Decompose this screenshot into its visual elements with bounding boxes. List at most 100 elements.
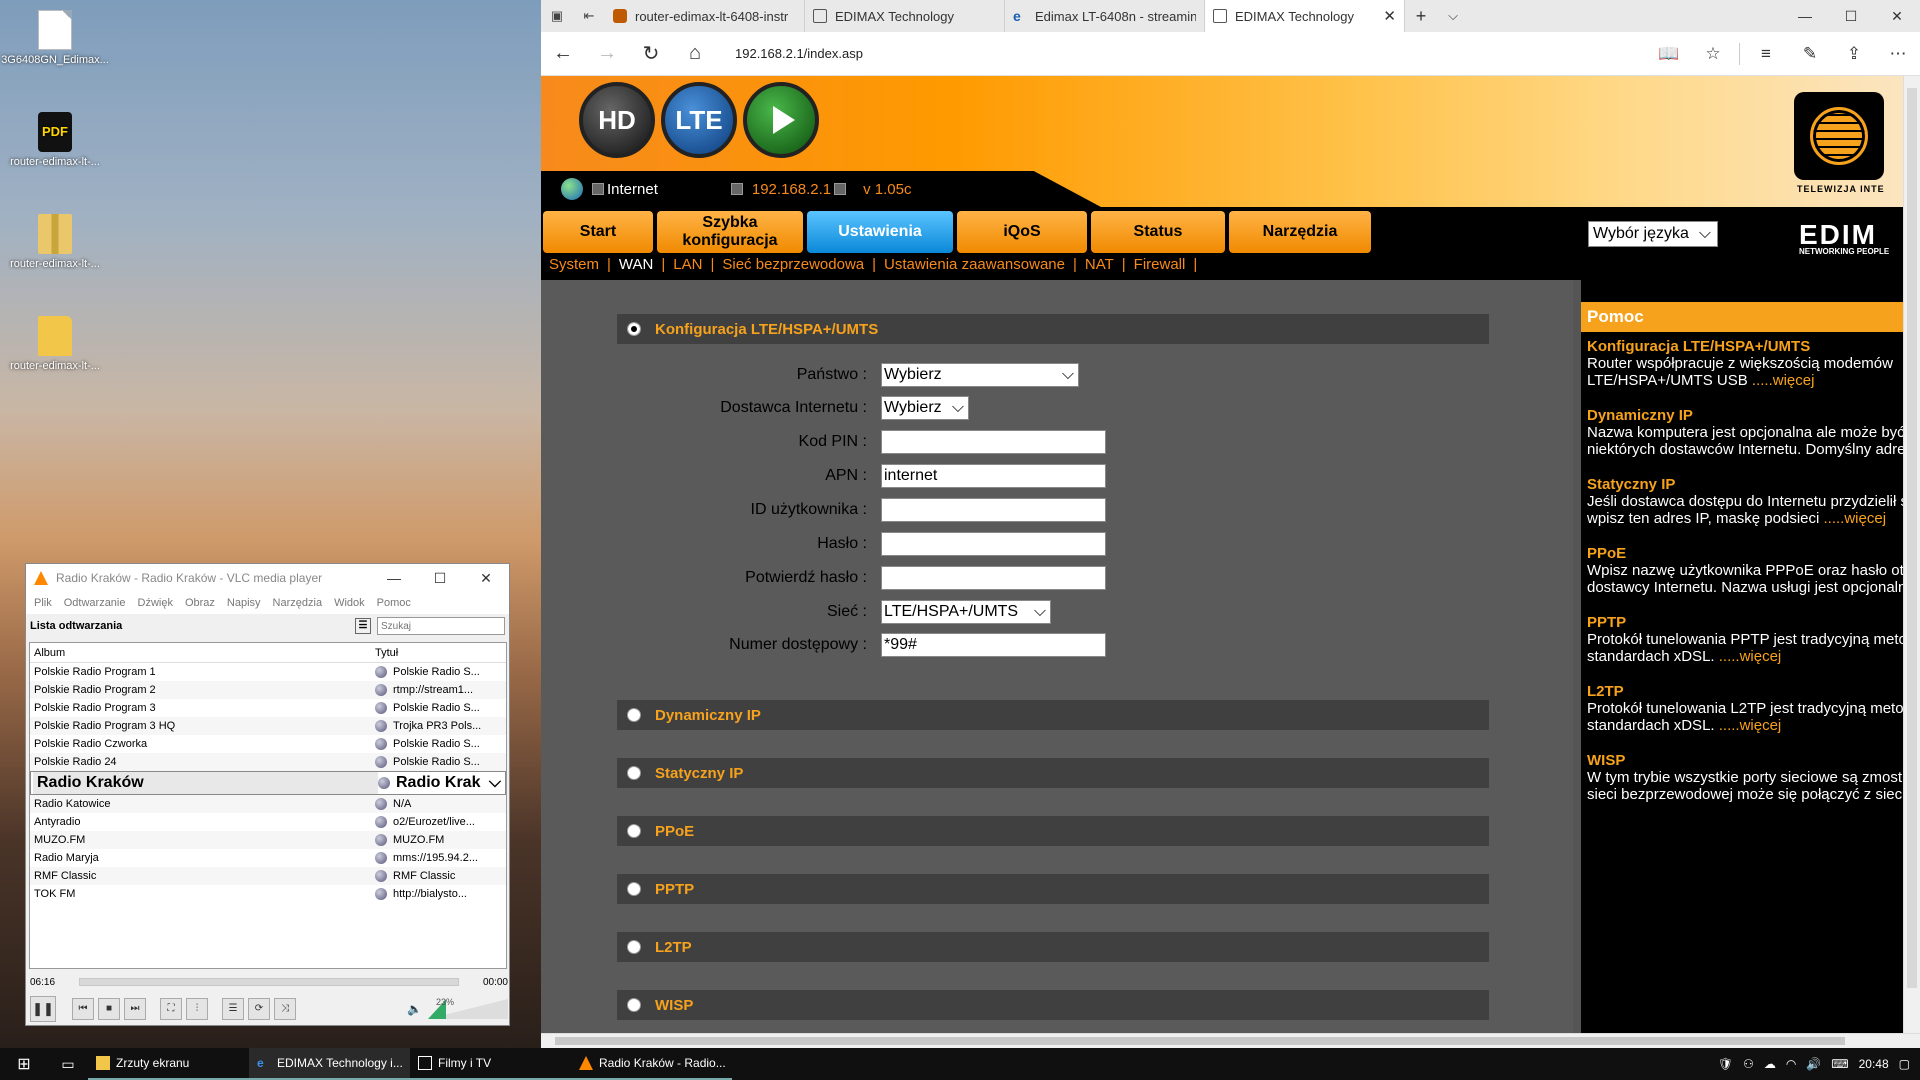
help-more-link[interactable]: .....więcej [1719,648,1782,665]
menu-tools[interactable]: Narzędzia [1229,211,1371,253]
help-heading[interactable]: Statyczny IP [1587,476,1897,493]
task-view-icon[interactable]: ▭ [48,1056,88,1073]
language-select[interactable]: Wybór języka [1588,221,1718,247]
submenu-advanced[interactable]: Ustawienia zaawansowane [884,256,1073,273]
radio-dynamic-ip[interactable] [627,708,641,722]
previous-button[interactable]: ⏮ [72,998,94,1020]
playlist-row[interactable]: Radio Maryja mms://195.94.2... [30,849,506,867]
submenu-nat[interactable]: NAT [1085,256,1122,273]
section-pptp[interactable]: PPTP [617,874,1489,904]
submenu-firewall[interactable]: Firewall [1134,256,1194,273]
submenu-lan[interactable]: LAN [673,256,710,273]
playlist-row[interactable]: MUZO.FM MUZO.FM [30,831,506,849]
submenu-system[interactable]: System [549,256,607,273]
vlc-titlebar[interactable]: Radio Kraków - Radio Kraków - VLC media … [26,564,509,592]
home-icon[interactable]: ⌂ [673,42,717,65]
tab-preview-chevron-icon[interactable]: ⌵ [1437,8,1469,24]
menu-item[interactable]: Pomoc [377,597,411,609]
web-note-icon[interactable]: ✎ [1788,44,1832,64]
url-field[interactable]: 192.168.2.1/index.asp [735,46,1647,61]
password-confirm-input[interactable] [881,566,1106,590]
maximize-button[interactable]: ☐ [417,570,463,587]
vertical-scrollbar[interactable] [1903,76,1920,1033]
minimize-button[interactable]: — [1782,8,1828,25]
new-tab-button[interactable]: + [1405,6,1437,27]
clock[interactable]: 20:48 [1859,1057,1889,1071]
password-input[interactable] [881,532,1106,556]
browser-tab[interactable]: e Edimax LT-6408n - streamin [1005,0,1205,32]
radio-pptp[interactable] [627,882,641,896]
reading-view-icon[interactable]: 📖 [1647,44,1691,64]
taskbar-item-edge[interactable]: e EDIMAX Technology i... [249,1048,410,1080]
section-ppoe[interactable]: PPoE [617,816,1489,846]
help-heading[interactable]: PPTP [1587,614,1897,631]
radio-lte[interactable] [627,322,641,336]
pin-input[interactable] [881,430,1106,454]
desktop-icon-pdf[interactable]: PDF router-edimax-lt-... [0,112,110,168]
share-icon[interactable]: ⇪ [1832,44,1876,64]
playlist-row[interactable]: Antyradio o2/Eurozet/live... [30,813,506,831]
extended-settings-button[interactable]: ⫶ [186,998,208,1020]
playlist-row[interactable]: RMF Classic RMF Classic [30,867,506,885]
help-more-link[interactable]: .....więcej [1719,717,1782,734]
horizontal-scrollbar[interactable] [541,1033,1920,1048]
hub-icon[interactable]: ≡ [1744,44,1788,64]
menu-quick-setup[interactable]: Szybka konfiguracja [657,211,803,253]
radio-l2tp[interactable] [627,940,641,954]
desktop-icon-folder[interactable]: router-edimax-lt-... [0,316,110,372]
section-lte[interactable]: Konfiguracja LTE/HSPA+/UMTS [617,314,1489,344]
pause-button[interactable]: ❚❚ [30,996,56,1022]
playlist-row[interactable]: Radio Kraków Radio Krakow ... [30,771,506,795]
section-l2tp[interactable]: L2TP [617,932,1489,962]
help-more-link[interactable]: .....więcej [1824,510,1887,527]
column-title[interactable]: Tytuł [375,643,398,662]
more-icon[interactable]: ⋯ [1876,44,1920,64]
seek-bar[interactable] [79,978,459,986]
taskbar-item-screenshots[interactable]: Zrzuty ekranu [88,1048,249,1080]
wifi-icon[interactable]: ◠ [1786,1057,1796,1071]
menu-status[interactable]: Status [1091,211,1225,253]
help-heading[interactable]: Dynamiczny IP [1587,407,1897,424]
submenu-wan[interactable]: WAN [619,256,661,273]
menu-item[interactable]: Narzędzia [273,597,323,609]
menu-start[interactable]: Start [543,211,653,253]
playlist-row[interactable]: Polskie Radio Czworka Polskie Radio S... [30,735,506,753]
network-select[interactable]: LTE/HSPA+/UMTS [881,600,1051,624]
menu-item[interactable]: Widok [334,597,365,609]
playlist-row[interactable]: Polskie Radio Program 3 HQ Trojka PR3 Pol… [30,717,506,735]
help-more-link[interactable]: .....więcej [1752,372,1815,389]
windows-start-icon[interactable]: ⊞ [0,1054,48,1074]
volume-slider[interactable]: 23% [428,997,508,1019]
volume-icon[interactable]: 🔊 [1806,1057,1821,1071]
submenu-wireless[interactable]: Sieć bezprzewodowa [722,256,872,273]
playlist-search-input[interactable] [377,617,505,635]
browser-tab[interactable]: EDIMAX Technology [805,0,1005,32]
refresh-icon[interactable]: ↻ [629,41,673,66]
help-heading[interactable]: WISP [1587,752,1897,769]
loop-button[interactable]: ⟳ [248,998,270,1020]
next-button[interactable]: ⏭ [124,998,146,1020]
desktop-icon-file[interactable]: 3G6408GN_Edimax... [0,10,110,66]
shield-icon[interactable]: 🛡 [1718,1057,1733,1071]
menu-item[interactable]: Odtwarzanie [64,597,126,609]
taskbar-item-vlc[interactable]: Radio Kraków - Radio... [571,1048,732,1080]
favorite-star-icon[interactable]: ☆ [1691,44,1735,64]
tab-set-aside-icon[interactable]: ▣ [541,8,573,24]
tab-close-icon[interactable]: ✕ [1383,7,1396,25]
menu-item[interactable]: Plik [34,597,52,609]
help-heading[interactable]: Konfiguracja LTE/HSPA+/UMTS [1587,338,1897,355]
section-dynamic-ip[interactable]: Dynamiczny IP [617,700,1489,730]
dial-number-input[interactable] [881,633,1106,657]
playlist-row[interactable]: Polskie Radio Program 2 rtmp://stream1... [30,681,506,699]
fullscreen-button[interactable]: ⛶ [160,998,182,1020]
playlist-row[interactable]: Polskie Radio Program 1 Polskie Radio S..… [30,663,506,681]
section-wisp[interactable]: WISP [617,990,1489,1020]
playlist-row[interactable]: Radio Katowice N/A [30,795,506,813]
apn-input[interactable] [881,464,1106,488]
isp-select[interactable]: Wybierz [881,396,969,420]
volume-control[interactable]: 🔈 23% [407,997,508,1019]
playlist-row[interactable]: TOK FM http://bialysto... [30,885,506,903]
radio-static-ip[interactable] [627,766,641,780]
menu-iqos[interactable]: iQoS [957,211,1087,253]
shuffle-button[interactable]: ⤨ [274,998,296,1020]
